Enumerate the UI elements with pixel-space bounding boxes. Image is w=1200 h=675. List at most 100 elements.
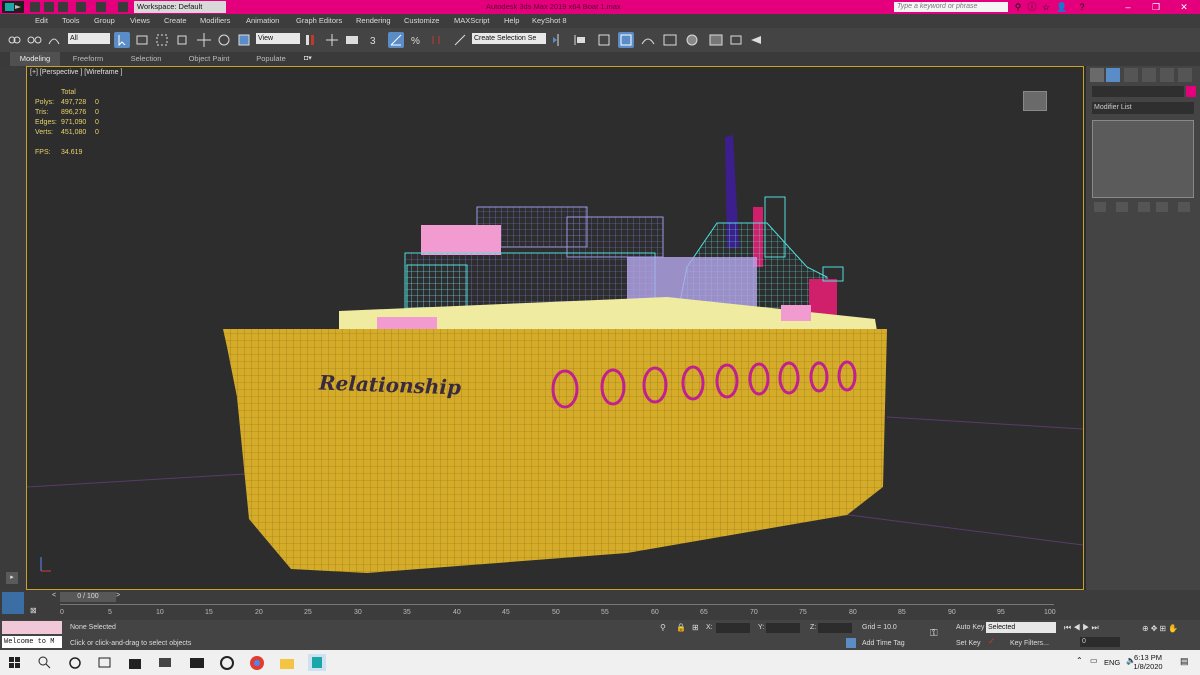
schematic-view-icon[interactable] — [662, 32, 678, 48]
user-icon[interactable]: 👤 — [1056, 1, 1068, 13]
maximize-button[interactable]: ❐ — [1142, 0, 1170, 14]
save-file-icon[interactable] — [58, 2, 68, 12]
menu-edit[interactable]: Edit — [35, 14, 48, 28]
open-track-view-icon[interactable]: ⊠ — [30, 606, 44, 616]
info-icon[interactable]: ⓘ — [1026, 1, 1038, 13]
object-color-swatch[interactable] — [1186, 86, 1196, 97]
cortana-icon[interactable] — [66, 654, 84, 671]
x-coordinate-field[interactable] — [716, 623, 750, 633]
link-icon[interactable] — [6, 32, 22, 48]
task-view-icon[interactable] — [96, 654, 114, 671]
auto-key-button[interactable]: Auto Key — [956, 624, 984, 631]
current-frame-field[interactable]: 0 — [1080, 637, 1120, 647]
show-hidden-icons-icon[interactable]: ⌃ — [1076, 656, 1086, 668]
menu-modifiers[interactable]: Modifiers — [200, 14, 230, 28]
expand-viewport-layout-icon[interactable]: ▸ — [6, 572, 18, 584]
3ds-max-taskbar-icon[interactable] — [308, 654, 326, 671]
snap-toggle-icon[interactable]: 3 — [368, 32, 384, 48]
create-panel-tab-icon[interactable] — [1090, 68, 1104, 82]
modify-panel-tab-icon[interactable] — [1106, 68, 1120, 82]
tab-object-paint[interactable]: Object Paint — [180, 52, 238, 66]
add-time-tag[interactable]: Add Time Tag — [862, 640, 905, 647]
tab-modeling[interactable]: Modeling — [10, 52, 60, 66]
reference-coordinate-dropdown[interactable]: View — [256, 33, 300, 44]
isolate-selection-icon[interactable]: ⚲ — [660, 623, 668, 633]
search-input[interactable]: Type a keyword or phrase — [894, 2, 1008, 12]
keyboard-shortcut-icon[interactable] — [344, 32, 360, 48]
absolute-mode-transform-icon[interactable]: ⊞ — [692, 623, 702, 633]
open-file-icon[interactable] — [44, 2, 54, 12]
angle-snap-icon[interactable] — [388, 32, 404, 48]
mini-curve-editor-icon[interactable] — [2, 592, 24, 614]
desktop-icon[interactable] — [156, 654, 174, 671]
workspace-dropdown[interactable]: Workspace: Default — [134, 1, 226, 13]
show-end-result-icon[interactable] — [1116, 202, 1128, 212]
windows-start-icon[interactable] — [6, 654, 24, 671]
timeline[interactable]: ⊠ < 0 / 100 > 0 5 10 15 20 25 30 35 40 4… — [0, 590, 1200, 620]
edit-named-selection-icon[interactable] — [452, 32, 468, 48]
minimize-button[interactable]: – — [1114, 0, 1142, 14]
notifications-icon[interactable]: ▤ — [1180, 656, 1192, 668]
menu-group[interactable]: Group — [94, 14, 115, 28]
mail-icon[interactable] — [188, 654, 206, 671]
perspective-viewport[interactable]: [+] [Perspective ] [Wireframe ] Total Po… — [26, 66, 1084, 590]
media-player-icon[interactable] — [218, 654, 236, 671]
viewport-navigation-controls-icon[interactable]: ⊕✥⊞✋ — [1142, 624, 1196, 646]
menu-rendering[interactable]: Rendering — [356, 14, 391, 28]
render-setup-icon[interactable] — [708, 32, 724, 48]
set-key-checkmark-icon[interactable]: ✓ — [988, 636, 1000, 648]
make-unique-icon[interactable] — [1138, 202, 1150, 212]
modifier-list-dropdown[interactable]: Modifier List — [1092, 102, 1194, 114]
remove-modifier-icon[interactable] — [1156, 202, 1168, 212]
percent-snap-icon[interactable]: % — [408, 32, 424, 48]
toggle-layer-explorer-icon[interactable] — [618, 32, 634, 48]
material-editor-icon[interactable] — [684, 32, 700, 48]
menu-views[interactable]: Views — [130, 14, 150, 28]
render-production-icon[interactable] — [748, 32, 764, 48]
undo-icon[interactable] — [76, 2, 86, 12]
app-logo-icon[interactable] — [2, 1, 24, 13]
language-indicator[interactable]: ENG — [1104, 650, 1120, 675]
menu-graph-editors[interactable]: Graph Editors — [296, 14, 342, 28]
bind-space-warp-icon[interactable] — [46, 32, 62, 48]
help-icon[interactable]: ? — [1076, 1, 1088, 13]
menu-tools[interactable]: Tools — [62, 14, 80, 28]
align-icon[interactable] — [572, 32, 588, 48]
key-filters-button[interactable]: Key Filters... — [1010, 640, 1049, 647]
tab-populate[interactable]: Populate — [246, 52, 296, 66]
menu-maxscript[interactable]: MAXScript — [454, 14, 489, 28]
taskbar-clock[interactable]: 6:13 PM 1/8/2020 — [1122, 653, 1174, 671]
configure-modifier-sets-icon[interactable] — [1178, 202, 1190, 212]
spinner-snap-icon[interactable] — [428, 32, 444, 48]
network-icon[interactable]: ▭ — [1090, 656, 1102, 668]
pin-stack-icon[interactable] — [1094, 202, 1106, 212]
menu-help[interactable]: Help — [504, 14, 519, 28]
ribbon-options-icon[interactable]: ◘▾ — [304, 55, 316, 63]
menu-create[interactable]: Create — [164, 14, 187, 28]
time-slider-forward-icon[interactable]: > — [116, 592, 120, 599]
key-filter-selection-dropdown[interactable]: Selected — [986, 622, 1056, 633]
scale-icon[interactable] — [236, 32, 252, 48]
menu-customize[interactable]: Customize — [404, 14, 439, 28]
menu-animation[interactable]: Animation — [246, 14, 279, 28]
maxscript-listener-mini[interactable] — [2, 621, 62, 634]
ship-wireframe-model[interactable] — [27, 67, 1083, 589]
selection-filter-dropdown[interactable]: All — [68, 33, 110, 44]
project-folder-icon[interactable] — [118, 2, 128, 12]
new-file-icon[interactable] — [30, 2, 40, 12]
playback-controls-icon[interactable]: ⏮◀▶⏭ — [1064, 623, 1124, 633]
favorite-star-icon[interactable]: ☆ — [1040, 1, 1052, 13]
window-crossing-icon[interactable] — [174, 32, 190, 48]
search-icon[interactable] — [36, 654, 54, 671]
move-icon[interactable] — [196, 32, 212, 48]
close-button[interactable]: ✕ — [1170, 0, 1198, 14]
curve-editor-icon[interactable] — [640, 32, 656, 48]
microsoft-store-icon[interactable] — [126, 654, 144, 671]
time-slider-back-icon[interactable]: < — [52, 592, 56, 599]
toggle-scene-explorer-icon[interactable] — [596, 32, 612, 48]
pivot-center-icon[interactable] — [302, 32, 318, 48]
mirror-icon[interactable] — [550, 32, 566, 48]
file-explorer-icon[interactable] — [278, 654, 296, 671]
rendered-frame-window-icon[interactable] — [728, 32, 744, 48]
selection-lock-icon[interactable]: 🔒 — [676, 623, 686, 633]
